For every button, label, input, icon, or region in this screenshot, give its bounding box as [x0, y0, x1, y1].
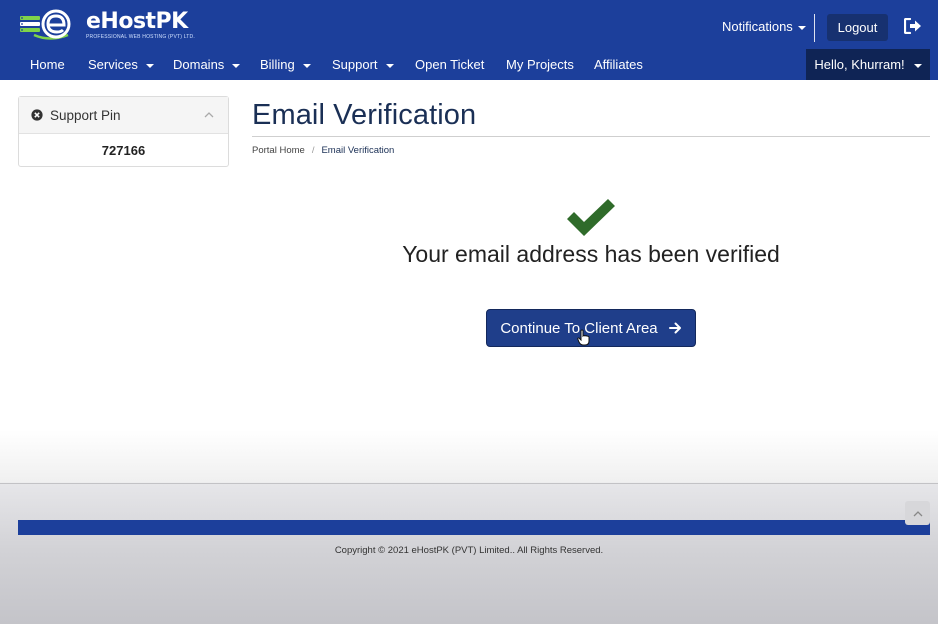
- nav-open-ticket-label: Open Ticket: [415, 57, 485, 72]
- nav-billing-label: Billing: [260, 57, 295, 72]
- chevron-up-icon[interactable]: [204, 111, 214, 118]
- breadcrumb-current: Email Verification: [321, 145, 395, 156]
- breadcrumb: Portal Home / Email Verification: [252, 145, 394, 156]
- notifications-label: Notifications: [722, 19, 793, 34]
- continue-button[interactable]: Continue To Client Area: [486, 309, 696, 347]
- close-circle-icon: [31, 109, 43, 121]
- nav-home-label: Home: [30, 57, 65, 72]
- back-to-top-button[interactable]: [905, 501, 930, 525]
- breadcrumb-portal-home[interactable]: Portal Home: [252, 145, 305, 156]
- arrow-right-icon: [668, 322, 681, 334]
- caret-down-icon: [302, 63, 311, 68]
- nav-my-projects[interactable]: My Projects: [506, 57, 574, 72]
- nav-support-label: Support: [332, 57, 378, 72]
- hand-cursor-icon: [577, 329, 590, 346]
- header-divider: [814, 14, 815, 42]
- panel-header[interactable]: Support Pin: [19, 97, 228, 134]
- nav-domains[interactable]: Domains: [173, 57, 241, 72]
- nav-affiliates[interactable]: Affiliates: [594, 57, 643, 72]
- breadcrumb-separator: /: [311, 145, 315, 156]
- brand-tagline: PROFESSIONAL WEB HOSTING (PVT) LTD.: [86, 33, 195, 40]
- top-bar: eHostPK PROFESSIONAL WEB HOSTING (PVT) L…: [0, 0, 938, 52]
- support-pin-value: 727166: [101, 143, 146, 158]
- verification-message: Your email address has been verified: [402, 241, 780, 267]
- caret-down-icon: [145, 63, 154, 68]
- caret-down-icon: [232, 63, 241, 68]
- exit-icon[interactable]: [904, 18, 922, 34]
- nav-billing[interactable]: Billing: [260, 57, 311, 72]
- logo[interactable]: eHostPK PROFESSIONAL WEB HOSTING (PVT) L…: [20, 8, 195, 42]
- nav-my-projects-label: My Projects: [506, 57, 574, 72]
- nav-services[interactable]: Services: [88, 57, 154, 72]
- nav-support[interactable]: Support: [332, 57, 394, 72]
- account-menu[interactable]: Hello, Khurram!: [806, 49, 930, 80]
- brand-name: eHostPK: [86, 8, 188, 34]
- footer-accent-bar: [18, 520, 930, 535]
- title-divider: [252, 136, 930, 137]
- caret-down-icon: [797, 25, 806, 30]
- logout-button[interactable]: Logout: [827, 14, 888, 41]
- nav-services-label: Services: [88, 57, 138, 72]
- nav-affiliates-label: Affiliates: [594, 57, 643, 72]
- chevron-up-icon: [913, 510, 922, 516]
- caret-down-icon: [385, 63, 394, 68]
- main-nav: Home Services Domains Billing Support Op…: [0, 52, 938, 80]
- caret-down-icon: [913, 63, 922, 68]
- footer-divider: [0, 483, 938, 484]
- panel-title: Support Pin: [50, 107, 121, 123]
- checkmark-icon: [567, 199, 615, 236]
- page-title: Email Verification: [252, 99, 477, 131]
- logo-icon: [20, 9, 71, 40]
- notifications-dropdown[interactable]: Notifications: [722, 19, 806, 34]
- support-pin-panel: Support Pin 727166: [18, 96, 229, 167]
- nav-home[interactable]: Home: [30, 57, 65, 72]
- nav-open-ticket[interactable]: Open Ticket: [415, 57, 484, 72]
- nav-domains-label: Domains: [173, 57, 225, 72]
- account-label: Hello, Khurram!: [814, 57, 905, 72]
- copyright-text: Copyright © 2021 eHostPK (PVT) Limited..…: [334, 545, 604, 556]
